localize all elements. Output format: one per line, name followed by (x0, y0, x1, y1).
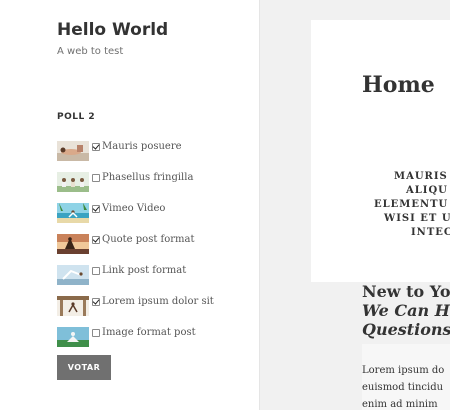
poll-option-label[interactable]: Link post format (102, 265, 186, 276)
poll-option: Phasellus fringilla (57, 170, 214, 201)
poll-title: POLL 2 (57, 112, 96, 122)
poll-option-label[interactable]: Lorem ipsum dolor sit (102, 296, 214, 307)
page-title: Home (362, 72, 435, 98)
paragraph-line: enim ad minim (362, 399, 438, 410)
paragraph: Lorem ipsum do euismod tincidu enim ad m… (362, 362, 444, 410)
centered-line: INTEC (411, 227, 450, 238)
main-content: Home MAURIS ALIQU ELEMENTU WISI ET U INT… (311, 20, 450, 282)
poll-option-label[interactable]: Quote post format (102, 234, 195, 245)
poll-checkbox[interactable] (92, 143, 100, 151)
poll-checkbox[interactable] (92, 174, 100, 182)
sunset-yoga-thumbnail-icon (57, 234, 89, 254)
vote-button[interactable]: VOTAR (57, 355, 111, 380)
poll-option-label[interactable]: Image format post (102, 327, 196, 338)
main-content-lower: New to Yog We Can He Questions Lorem ips… (311, 282, 450, 410)
stretch-yoga-thumbnail-icon (57, 265, 89, 285)
poll-option-label[interactable]: Phasellus fringilla (102, 172, 193, 183)
poll-option-label[interactable]: Mauris posuere (102, 141, 182, 152)
poll-option-label[interactable]: Vimeo Video (102, 203, 165, 214)
section-heading: New to Yog We Can He Questions (362, 282, 450, 339)
studio-yoga-thumbnail-icon (57, 296, 89, 316)
section-heading-italic: We Can He (362, 301, 450, 320)
poll-option: Quote post format (57, 232, 214, 263)
meditation-thumbnail-icon (57, 327, 89, 347)
poll-option: Image format post (57, 325, 214, 356)
poll-option: Link post format (57, 263, 214, 294)
poll-options: Mauris posuere Phasellus fringilla Vimeo… (57, 139, 214, 356)
centered-line: ELEMENTU (374, 199, 449, 210)
poll-option: Mauris posuere (57, 139, 214, 170)
group-yoga-thumbnail-icon (57, 172, 89, 192)
poll-option: Lorem ipsum dolor sit (57, 294, 214, 325)
site-title[interactable]: Hello World (57, 20, 168, 40)
centered-line: MAURIS (394, 171, 448, 182)
poll-checkbox[interactable] (92, 236, 100, 244)
section-heading-italic: Questions (362, 320, 450, 339)
beach-yoga-thumbnail-icon (57, 203, 89, 223)
centered-heading: MAURIS ALIQU ELEMENTU WISI ET U INTEC (362, 170, 450, 240)
poll-checkbox[interactable] (92, 267, 100, 275)
poll-checkbox[interactable] (92, 298, 100, 306)
centered-line: ALIQU (406, 185, 448, 196)
sidebar: Hello World A web to test POLL 2 Mauris … (0, 0, 260, 410)
paragraph-line: Lorem ipsum do (362, 365, 445, 376)
centered-line: WISI ET U (384, 213, 450, 224)
site-description: A web to test (57, 46, 124, 57)
poll-checkbox[interactable] (92, 205, 100, 213)
section-heading-text: New to Yog (362, 282, 450, 301)
poll-checkbox[interactable] (92, 329, 100, 337)
poll-option: Vimeo Video (57, 201, 214, 232)
massage-thumbnail-icon (57, 141, 89, 161)
paragraph-line: euismod tincidu (362, 382, 444, 393)
